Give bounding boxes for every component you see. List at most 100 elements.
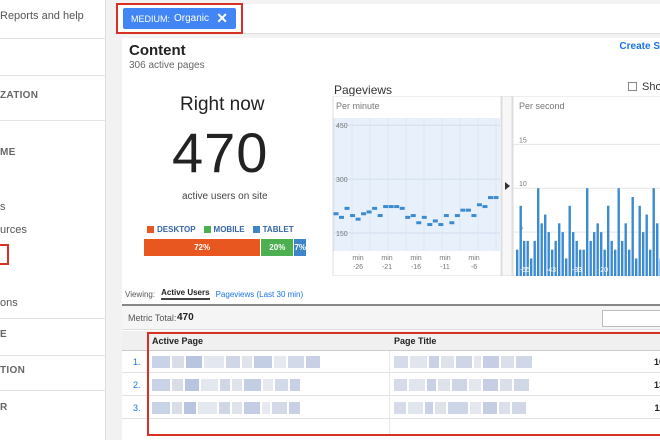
sidebar-divider: [0, 318, 105, 319]
x-tick-label: -21: [382, 264, 392, 271]
active-pages-count: 306 active pages: [129, 60, 205, 71]
mobile-pct: 20%: [269, 243, 286, 252]
per-second-bar: [607, 205, 610, 276]
viewing-tabs: Viewing: Active Users Pageviews (Last 30…: [125, 288, 303, 300]
per-second-bar: [565, 258, 568, 276]
legend-tablet: TABLET: [252, 225, 294, 234]
per-second-bar: [530, 258, 533, 276]
sidebar: Reports and help ZATION ME s urces ons E TION R: [0, 0, 106, 440]
per-minute-mark: [377, 214, 383, 218]
filter-chip-medium[interactable]: MEDIUM: Organic ✕: [123, 8, 236, 29]
legend-desktop: DESKTOP: [147, 225, 196, 234]
per-second-bar: [628, 249, 631, 276]
per-second-bar: [624, 223, 627, 276]
sidebar-highlight-box: [0, 244, 9, 265]
sidebar-divider: [0, 38, 105, 39]
page-title: Content: [129, 42, 186, 59]
y-tick-label: 10: [519, 181, 527, 188]
sidebar-item[interactable]: ME: [0, 147, 16, 158]
filter-value: Organic: [174, 13, 210, 24]
sidebar-divider: [0, 120, 105, 121]
per-minute-mark: [388, 205, 394, 209]
content-panel: Content 306 active pages Create S Right …: [122, 38, 660, 440]
per-minute-mark: [355, 217, 361, 221]
per-second-bar: [635, 258, 638, 276]
close-icon[interactable]: ✕: [216, 10, 228, 27]
per-second-bar: [610, 240, 613, 276]
per-second-bar: [656, 223, 659, 276]
x-tick-label: -11: [440, 264, 450, 271]
sidebar-item[interactable]: TION: [0, 365, 25, 376]
sidebar-item[interactable]: E: [0, 329, 7, 340]
legend-desktop-label: DESKTOP: [157, 225, 196, 234]
tab-pageviews[interactable]: Pageviews (Last 30 min): [216, 290, 304, 299]
x-unit-label: min: [439, 255, 450, 262]
legend-mobile-label: MOBILE: [213, 225, 245, 234]
active-user-count: 470: [172, 121, 269, 184]
y-tick-label: 300: [336, 177, 348, 184]
y-tick-label: 15: [519, 137, 527, 144]
x-unit-label: min: [468, 255, 479, 262]
x-unit-label: min: [381, 255, 392, 262]
sidebar-item[interactable]: Reports and help: [0, 10, 84, 22]
per-minute-mark: [372, 206, 378, 210]
per-minute-mark: [421, 215, 427, 219]
create-shortcut-link[interactable]: Create S: [619, 41, 660, 52]
viewing-label: Viewing:: [125, 289, 156, 299]
per-second-bar: [558, 223, 561, 276]
pageviews-title: Pageviews: [334, 83, 393, 97]
per-second-bar: [519, 205, 522, 276]
metric-total-bar: Metric Total: 470: [122, 304, 660, 330]
desktop-swatch: [147, 226, 154, 233]
per-second-bar: [617, 188, 620, 276]
per-minute-mark: [405, 215, 411, 219]
per-second-bar: [516, 249, 519, 276]
x-tick-label: -26: [353, 264, 363, 271]
per-minute-mark: [333, 212, 339, 216]
sidebar-item[interactable]: ons: [0, 297, 18, 309]
filter-key: MEDIUM:: [131, 13, 170, 24]
tab-active-users[interactable]: Active Users: [161, 288, 210, 300]
table-search-input[interactable]: [602, 310, 660, 327]
tablet-pct: 7%: [294, 243, 306, 252]
sidebar-item[interactable]: urces: [0, 224, 27, 236]
per-minute-mark: [487, 196, 493, 200]
metric-total-value: 470: [177, 312, 194, 323]
y-tick-label: 150: [336, 231, 348, 238]
per-second-bar: [586, 188, 589, 276]
x-tick-label: -6: [471, 264, 477, 271]
per-minute-mark: [465, 208, 471, 212]
sidebar-item[interactable]: s: [0, 201, 6, 213]
row-number: 2.: [133, 380, 141, 390]
per-minute-mark: [449, 221, 455, 225]
per-second-bar: [614, 249, 617, 276]
sidebar-item[interactable]: R: [0, 402, 8, 413]
pageviews-charts: Per minute 450 300 150 min -26 min -21 min -16 min…: [332, 96, 660, 276]
show-checkbox[interactable]: [628, 82, 637, 91]
per-second-bar: [652, 188, 655, 276]
x-unit-label: min: [410, 255, 421, 262]
x-tick-label: -20: [598, 267, 608, 274]
per-minute-mark: [350, 214, 356, 218]
per-minute-mark: [410, 214, 416, 218]
per-second-bar: [582, 249, 585, 276]
y-tick-label: 450: [336, 123, 348, 130]
x-tick-label: -16: [411, 264, 421, 271]
sidebar-item[interactable]: ZATION: [0, 90, 38, 101]
per-minute-mark: [476, 203, 482, 207]
per-minute-mark: [454, 214, 460, 218]
show-checkbox-label: Show: [642, 81, 660, 93]
table-highlight-box: [147, 332, 660, 436]
tablet-swatch: [252, 226, 260, 233]
x-tick-label: -43: [546, 267, 556, 274]
per-minute-mark: [339, 215, 345, 219]
tablet-segment: 7%: [294, 239, 306, 256]
row-number: 1.: [133, 357, 141, 367]
per-second-bar: [561, 232, 564, 276]
sidebar-divider: [0, 75, 105, 76]
per-second-bar: [537, 188, 540, 276]
per-second-bar: [642, 232, 645, 276]
per-second-bar: [621, 240, 624, 276]
per-second-bar: [540, 223, 543, 276]
per-minute-mark: [399, 206, 405, 210]
